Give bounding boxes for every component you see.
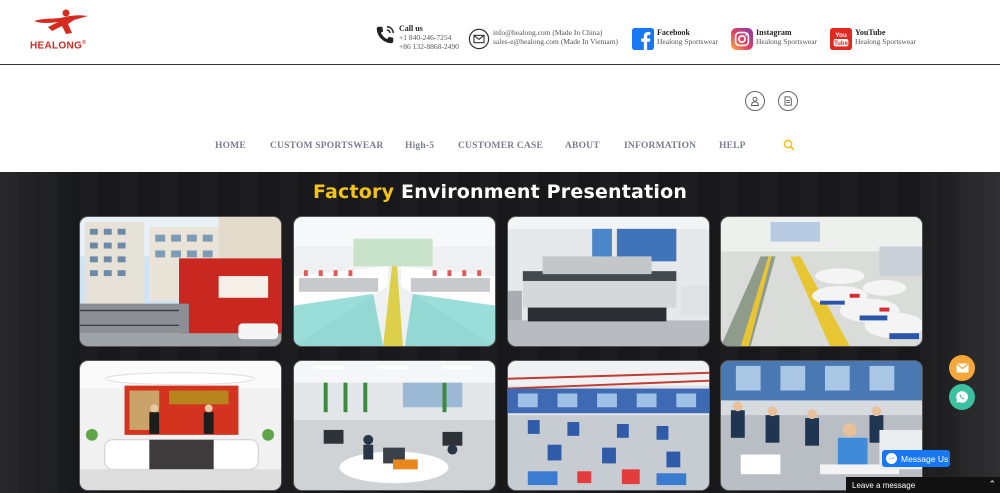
warehouse-photo[interactable] [720,216,923,347]
search-icon[interactable] [783,139,795,151]
facebook-icon [632,28,654,50]
runner-logo-icon [34,9,88,34]
messenger-button[interactable]: Message Us [882,450,950,467]
nav-item-about[interactable]: ABOUT [565,141,600,151]
healong-logo[interactable]: HEALONG® [30,7,92,55]
factory-building-photo[interactable] [79,216,282,347]
top-header: HEALONG® Call us +1 840-246-7254 +86 132… [0,0,1000,65]
main-navigation-area: HOME CUSTOM SPORTSWEAR High-5 CUSTOMER C… [0,65,1000,172]
nav-item-custom-sportswear[interactable]: CUSTOM SPORTSWEAR [270,141,383,151]
nav-item-help[interactable]: HELP [719,141,746,151]
contact-email[interactable]: info@healong.com (Made In China) sales-e… [468,28,618,50]
phone-icon [374,24,396,46]
reception-desk-photo[interactable] [79,360,282,491]
svg-text:You: You [835,32,847,39]
whatsapp-icon [956,391,968,403]
inquiry-button[interactable] [778,91,798,111]
nav-item-information[interactable]: INFORMATION [624,141,696,151]
user-icon [751,96,759,106]
instagram-icon [731,28,753,50]
contact-youtube[interactable]: You Tube YouTube Healong Sportswear [830,28,916,50]
whatsapp-float-button[interactable] [949,384,975,410]
envelope-icon [955,363,969,373]
email-float-button[interactable] [949,355,975,381]
contact-facebook[interactable]: Facebook Healong Sportswear [632,28,718,50]
leave-message-bar[interactable]: Leave a message ⌃ [846,477,1000,493]
contact-phone[interactable]: Call us +1 840-246-7254 +86 132-8868-249… [374,24,459,51]
production-floor-photo[interactable] [507,360,710,491]
sewing-line-photo[interactable] [720,360,923,491]
youtube-icon: You Tube [830,28,852,50]
printing-machines-photo[interactable] [507,216,710,347]
factory-hero-section: Factory Environment Presentation [0,172,1000,493]
design-office-photo[interactable] [293,360,496,491]
hero-title: Factory Environment Presentation [312,181,688,203]
nav-menu: HOME CUSTOM SPORTSWEAR High-5 CUSTOMER C… [0,141,1000,157]
nav-item-home[interactable]: HOME [215,141,246,151]
contact-instagram[interactable]: Instagram Healong Sportswear [731,28,817,50]
mail-icon [468,28,490,50]
nav-item-customer-case[interactable]: CUSTOMER CASE [458,141,543,151]
embroidery-machines-photo[interactable] [293,216,496,347]
document-icon [784,96,792,106]
account-button[interactable] [745,91,765,111]
svg-text:Tube: Tube [834,41,848,47]
nav-item-high-5[interactable]: High-5 [405,141,434,151]
contact-title: Call us [399,24,423,33]
chevron-up-icon[interactable]: ⌃ [988,479,996,490]
messenger-icon [886,453,897,464]
